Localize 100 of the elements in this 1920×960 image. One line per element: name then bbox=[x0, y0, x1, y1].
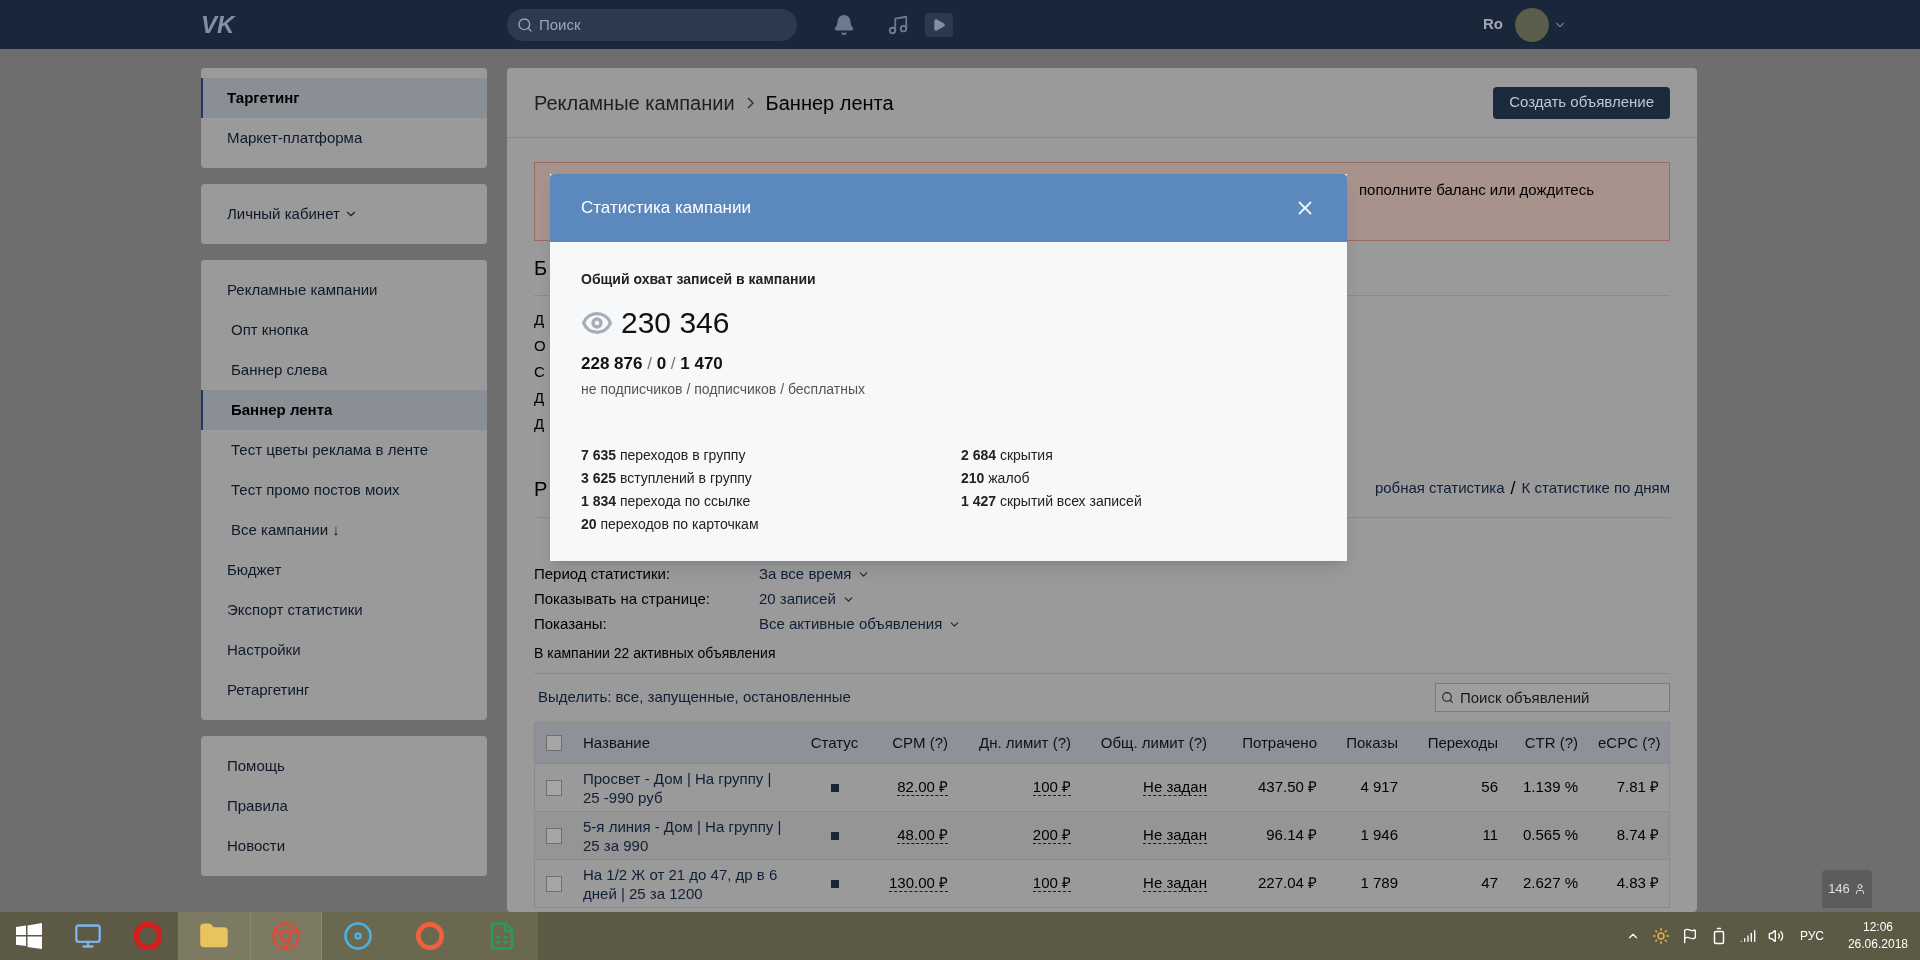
taskbar-app[interactable] bbox=[178, 912, 250, 960]
ads-search-field[interactable]: Поиск объявлений bbox=[1435, 682, 1670, 712]
filter-label: Период статистики: bbox=[534, 563, 672, 584]
column-header[interactable]: Статус bbox=[798, 731, 871, 755]
alert-text: пополните баланс или дождитесь bbox=[1359, 180, 1594, 200]
table-cell: 4 917 bbox=[1360, 778, 1398, 796]
filter-label: Показывать на странице: bbox=[534, 588, 711, 609]
select-links[interactable]: Выделить: все, запущенные, остановленные bbox=[538, 685, 851, 709]
sidebar-item[interactable]: Таргетинг bbox=[201, 78, 487, 118]
sidebar-item[interactable]: Экспорт статистики bbox=[201, 590, 487, 630]
ad-name-link[interactable]: 5-я линия - Дом | На группу | 25 за 990 bbox=[573, 816, 798, 855]
music-note-icon[interactable] bbox=[887, 13, 909, 36]
monitor-icon[interactable] bbox=[74, 922, 102, 950]
filter-dropdown[interactable]: За все время bbox=[759, 562, 871, 586]
column-header[interactable]: eCPC (?) bbox=[1588, 731, 1669, 755]
select-all-checkbox[interactable] bbox=[546, 735, 562, 751]
status-icon bbox=[830, 880, 839, 889]
table-cell: 56 bbox=[1481, 778, 1498, 796]
taskbar-app[interactable] bbox=[322, 912, 394, 960]
sidebar-item[interactable]: Тест промо постов моих bbox=[201, 470, 487, 510]
column-header[interactable]: Переходы bbox=[1408, 731, 1508, 755]
ad-name-link[interactable]: На 1/2 Ж от 21 до 47, др в 6 дней | 25 за 1200 bbox=[573, 864, 798, 903]
sidebar-item[interactable]: Бюджет bbox=[201, 550, 487, 590]
stats-link[interactable]: робная статистика bbox=[1374, 477, 1505, 500]
language-indicator[interactable]: РУС bbox=[1799, 927, 1824, 945]
row-checkbox[interactable] bbox=[546, 827, 562, 844]
editable-value[interactable]: 200 ₽ bbox=[1032, 826, 1071, 845]
browser-icon bbox=[271, 921, 301, 951]
flag-icon[interactable] bbox=[1681, 928, 1698, 944]
sidebar-item[interactable]: Опт кнопка bbox=[201, 310, 487, 350]
section-title: Б bbox=[534, 256, 548, 281]
create-ad-button[interactable]: Создать объявление bbox=[1493, 86, 1670, 119]
info-label: Д bbox=[534, 414, 545, 434]
sidebar-item[interactable]: Все кампании ↓ bbox=[201, 510, 487, 550]
editable-value[interactable]: Не задан bbox=[1143, 826, 1207, 845]
breadcrumb-link[interactable]: Рекламные кампании bbox=[534, 87, 735, 118]
column-header[interactable]: CPM (?) bbox=[871, 731, 958, 755]
editable-value[interactable]: 100 ₽ bbox=[1032, 778, 1071, 797]
table-cell: 47 bbox=[1481, 874, 1498, 892]
stat-line: 1 427 скрытий всех записей bbox=[961, 491, 1142, 511]
column-header[interactable]: Потрачено bbox=[1217, 731, 1327, 755]
chevron-right-icon bbox=[746, 96, 754, 109]
row-checkbox[interactable] bbox=[546, 779, 562, 796]
signal-icon[interactable] bbox=[1739, 928, 1756, 944]
online-badge[interactable]: 146 bbox=[1822, 870, 1872, 908]
sun-icon[interactable] bbox=[1651, 927, 1670, 945]
search-icon bbox=[1441, 690, 1454, 704]
column-header[interactable]: Дн. лимит (?) bbox=[958, 731, 1081, 755]
editable-value[interactable]: 82.00 ₽ bbox=[897, 778, 948, 797]
reach-total: 230 346 bbox=[621, 305, 730, 341]
table-cell: 4.83 ₽ bbox=[1616, 874, 1659, 892]
editable-value[interactable]: 100 ₽ bbox=[1032, 874, 1071, 893]
search-icon bbox=[517, 16, 533, 33]
search-field[interactable]: Поиск bbox=[507, 8, 797, 41]
row-checkbox[interactable] bbox=[546, 875, 562, 892]
sidebar-item[interactable]: Тест цветы реклама в ленте bbox=[201, 430, 487, 470]
stat-line: 20 переходов по карточкам bbox=[581, 514, 759, 534]
filter-dropdown[interactable]: 20 записей bbox=[759, 587, 855, 611]
column-header[interactable]: CTR (?) bbox=[1508, 731, 1588, 755]
sidebar-item[interactable]: Личный кабинет bbox=[201, 194, 487, 234]
stat-line: 2 684 скрытия bbox=[961, 445, 1053, 465]
sidebar-item[interactable]: Помощь bbox=[201, 746, 487, 786]
editable-value[interactable]: Не задан bbox=[1143, 874, 1207, 893]
stats-link[interactable]: К статистике по дням bbox=[1521, 477, 1670, 500]
stat-line: 7 635 переходов в группу bbox=[581, 445, 746, 465]
stat-line: 210 жалоб bbox=[961, 468, 1030, 488]
table-cell: 96.14 ₽ bbox=[1266, 826, 1317, 844]
sidebar-item[interactable]: Новости bbox=[201, 826, 487, 866]
avatar[interactable] bbox=[1515, 7, 1549, 42]
filter-dropdown[interactable]: Все активные объявления bbox=[759, 612, 962, 636]
table-cell: 2.627 % bbox=[1522, 874, 1578, 892]
column-header[interactable]: Показы bbox=[1327, 731, 1408, 755]
volume-icon[interactable] bbox=[1767, 928, 1784, 944]
play-icon[interactable] bbox=[925, 12, 953, 37]
sidebar-item[interactable]: Настройки bbox=[201, 630, 487, 670]
disc-icon bbox=[343, 921, 373, 951]
ring-icon bbox=[416, 922, 444, 950]
sidebar-item[interactable]: Баннер лента bbox=[201, 390, 487, 430]
bell-icon[interactable] bbox=[833, 13, 855, 36]
clock-date[interactable]: 26.06.2018 bbox=[1847, 936, 1908, 953]
clock-time[interactable]: 12:06 bbox=[1862, 919, 1893, 936]
column-header[interactable]: Название bbox=[573, 731, 798, 755]
editable-value[interactable]: Не задан bbox=[1143, 778, 1207, 797]
column-header[interactable]: Общ. лимит (?) bbox=[1081, 731, 1217, 755]
sidebar-item[interactable]: Маркет-платформа bbox=[201, 118, 487, 158]
editable-value[interactable]: 130.00 ₽ bbox=[888, 874, 948, 893]
sidebar-item[interactable]: Правила bbox=[201, 786, 487, 826]
user-name[interactable]: Ro bbox=[1483, 13, 1503, 36]
status-icon bbox=[830, 832, 839, 841]
table-cell: 0.565 % bbox=[1522, 826, 1578, 844]
filter-label: Показаны: bbox=[534, 613, 608, 634]
sidebar-item[interactable]: Рекламные кампании bbox=[201, 270, 487, 310]
start-icon[interactable] bbox=[16, 923, 42, 949]
sidebar-item[interactable]: Ретаргетинг bbox=[201, 670, 487, 710]
editable-value[interactable]: 48.00 ₽ bbox=[897, 826, 948, 845]
logo[interactable]: VK bbox=[201, 6, 507, 43]
modal-title: Статистика кампании bbox=[581, 197, 751, 220]
ad-name-link[interactable]: Просвет - Дом | На группу | 25 -990 руб bbox=[573, 768, 798, 807]
sidebar-item[interactable]: Баннер слева bbox=[201, 350, 487, 390]
info-label: Д bbox=[534, 388, 545, 408]
